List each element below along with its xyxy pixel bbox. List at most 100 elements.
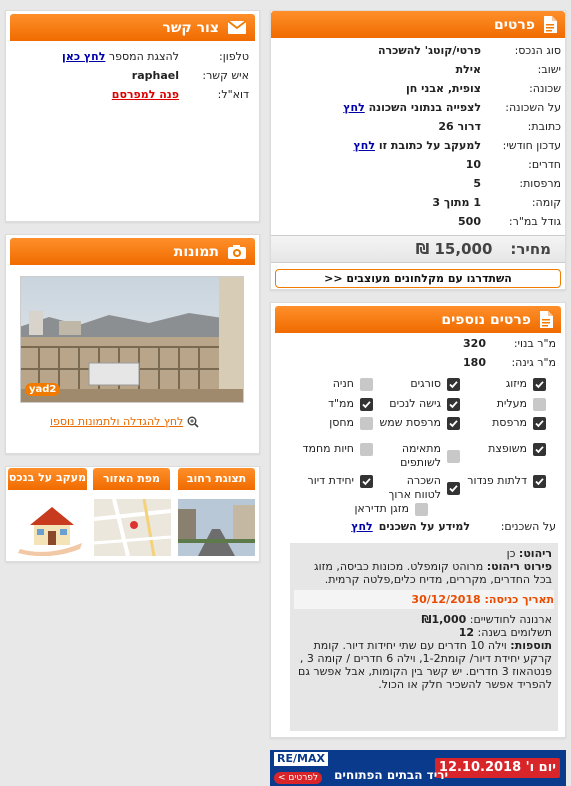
details-row-label: כתובת: xyxy=(527,120,561,133)
built-value: 320 xyxy=(463,337,486,350)
details-row-label: סוג הנכס: xyxy=(514,44,561,57)
feature-label: מתאימה לשותפים xyxy=(400,442,441,469)
details-row-value: דרור 26 xyxy=(438,120,481,133)
area-map-thumbnail[interactable] xyxy=(94,499,171,556)
feature-label: מזגן תדיראן xyxy=(354,502,409,515)
area-table: מ"ר בנוי: 320 מ"ר גינה: 180 xyxy=(420,334,560,372)
residents-label: על השכנים: xyxy=(500,520,556,533)
residents-link[interactable]: לחץ xyxy=(351,520,372,533)
feature-label: משופצת xyxy=(488,442,527,455)
document-icon xyxy=(544,16,557,33)
details-row-label: ישוב: xyxy=(537,63,561,76)
images-panel: תמונות yad2 לחץ להגדלה ולתמונות נוספו xyxy=(5,234,260,454)
contact-advertiser-link[interactable]: פנה למפרסם xyxy=(112,88,179,101)
garden-value: 180 xyxy=(463,356,486,369)
details-row: סוג הנכס: פרטי/קוטג' להשכרה xyxy=(271,41,565,60)
furniture-value: כן xyxy=(506,547,516,560)
house-hand-icon xyxy=(10,499,87,556)
details-row: חדרים: 10 xyxy=(271,155,565,174)
feature-label: גישה לנכים xyxy=(389,397,441,410)
remax-banner[interactable]: יום ו' 12.10.2018 יריד הבתים הפתוחים RE/… xyxy=(270,750,566,786)
person-label: איש קשר: xyxy=(202,69,249,82)
feature-item: מיזוג xyxy=(506,377,546,391)
contact-header: צור קשר xyxy=(10,14,255,41)
furniture-detail-label: פירוט ריהוט: xyxy=(486,560,552,573)
unchecked-checkbox-icon xyxy=(360,377,373,391)
details-row: ישוב: אילת xyxy=(271,60,565,79)
yad2-watermark: yad2 xyxy=(25,383,61,396)
email-label: דוא"ל: xyxy=(217,88,249,101)
payments-label: תשלומים בשנה: xyxy=(477,626,552,639)
banner-date: יום ו' 12.10.2018 xyxy=(434,758,560,778)
extra-details-header: פרטים נוספים xyxy=(275,306,561,333)
details-title: פרטים xyxy=(493,16,535,33)
street-photo xyxy=(178,499,255,556)
feature-item: מרפסת שמש xyxy=(380,416,460,430)
feature-item: יחידת דיור xyxy=(307,474,373,488)
unchecked-checkbox-icon xyxy=(447,449,460,463)
details-row-value: צופית, אבני חן xyxy=(405,82,481,95)
checked-checkbox-icon xyxy=(360,397,373,411)
details-row-label: עדכון חודשי: xyxy=(502,139,561,152)
feature-item: ממ"ד xyxy=(328,397,373,411)
phone-text: להצגת המספר xyxy=(108,50,179,63)
checked-checkbox-icon xyxy=(447,481,460,495)
entry-date-row: תאריך כניסה: 30/12/2018 xyxy=(294,590,554,609)
area-map-tab[interactable]: מפת האזור xyxy=(93,468,170,490)
checked-checkbox-icon xyxy=(533,442,546,456)
garden-label: מ"ר גינה: xyxy=(511,356,556,369)
contact-panel: צור קשר טלפון: להצגת המספר לחץ כאן איש ק… xyxy=(5,10,260,222)
details-row-value-text: למעקב על כתובת זו xyxy=(378,139,481,152)
feature-label: השכרה לטווח ארוך xyxy=(388,474,441,501)
details-row-link[interactable]: לחץ xyxy=(343,101,364,114)
show-phone-link[interactable]: לחץ כאן xyxy=(62,50,105,63)
feature-label: יחידת דיור xyxy=(307,474,354,487)
feature-label: דלתות פנדור xyxy=(467,474,527,487)
details-row: כתובת: דרור 26 xyxy=(271,117,565,136)
details-header: פרטים xyxy=(271,11,565,38)
map-image xyxy=(94,499,171,556)
street-view-tab[interactable]: תצוגת רחוב xyxy=(178,468,255,490)
feature-item: דלתות פנדור xyxy=(467,474,546,488)
track-property-tab[interactable]: מעקב על בנכס xyxy=(8,468,87,490)
entry-value: 30/12/2018 xyxy=(411,593,481,606)
phone-cell: להצגת המספר לחץ כאן xyxy=(13,47,183,66)
checked-checkbox-icon xyxy=(447,416,460,430)
track-property-thumbnail[interactable] xyxy=(10,499,87,556)
details-row-value: 1 מתוך 3 xyxy=(432,196,481,209)
enlarge-images-link[interactable]: לחץ להגדלה ולתמונות נוספו xyxy=(50,415,183,428)
images-header: תמונות xyxy=(10,238,255,265)
feature-label: מחסן xyxy=(329,416,354,429)
feature-label: ממ"ד xyxy=(327,397,354,410)
feature-item: מחסן xyxy=(329,416,373,430)
banner-more-button[interactable]: לפרטים > xyxy=(274,772,323,784)
details-row-link[interactable]: לחץ xyxy=(354,139,375,152)
contact-title: צור קשר xyxy=(162,19,219,36)
entry-label: תאריך כניסה: xyxy=(484,593,554,606)
details-row-value: למעקב על כתובת זו לחץ xyxy=(271,136,485,155)
vip-upgrade-button[interactable]: השתדרגו עם מקלחונים מעוצבים << xyxy=(275,269,561,288)
feature-item: משופצת xyxy=(488,442,546,456)
price-bar: מחיר: 15,000 ₪ xyxy=(271,235,565,263)
street-view-thumbnail[interactable] xyxy=(178,499,255,556)
unchecked-checkbox-icon xyxy=(360,416,373,430)
banner-text: יריד הבתים הפתוחים xyxy=(334,768,448,782)
details-row-value: 10 xyxy=(465,158,481,171)
enlarge-row: לחץ להגדלה ולתמונות נוספו xyxy=(50,415,199,428)
feature-label: מעלית xyxy=(496,397,527,410)
details-row-value: לצפייה בנתוני השכונה לחץ xyxy=(271,98,485,117)
feature-label: סורגים xyxy=(410,377,441,390)
feature-label: מרפסת שמש xyxy=(379,416,441,429)
feature-item: מרפסת xyxy=(492,416,546,430)
price-label: מחיר: xyxy=(510,240,551,258)
feature-label: מרפסת xyxy=(492,416,527,429)
main-photo[interactable]: yad2 xyxy=(20,276,244,403)
checked-checkbox-icon xyxy=(533,474,546,488)
banner-brand: RE/MAX xyxy=(274,752,328,766)
furniture-label: ריהוט: xyxy=(518,547,552,560)
unchecked-checkbox-icon xyxy=(533,397,546,411)
envelope-icon xyxy=(227,20,247,34)
feature-item: מתאימה לשותפים xyxy=(377,442,460,470)
arnona-value: ₪1,000 xyxy=(421,613,467,626)
arnona-label: ארנונה לחודשיים: xyxy=(469,613,552,626)
